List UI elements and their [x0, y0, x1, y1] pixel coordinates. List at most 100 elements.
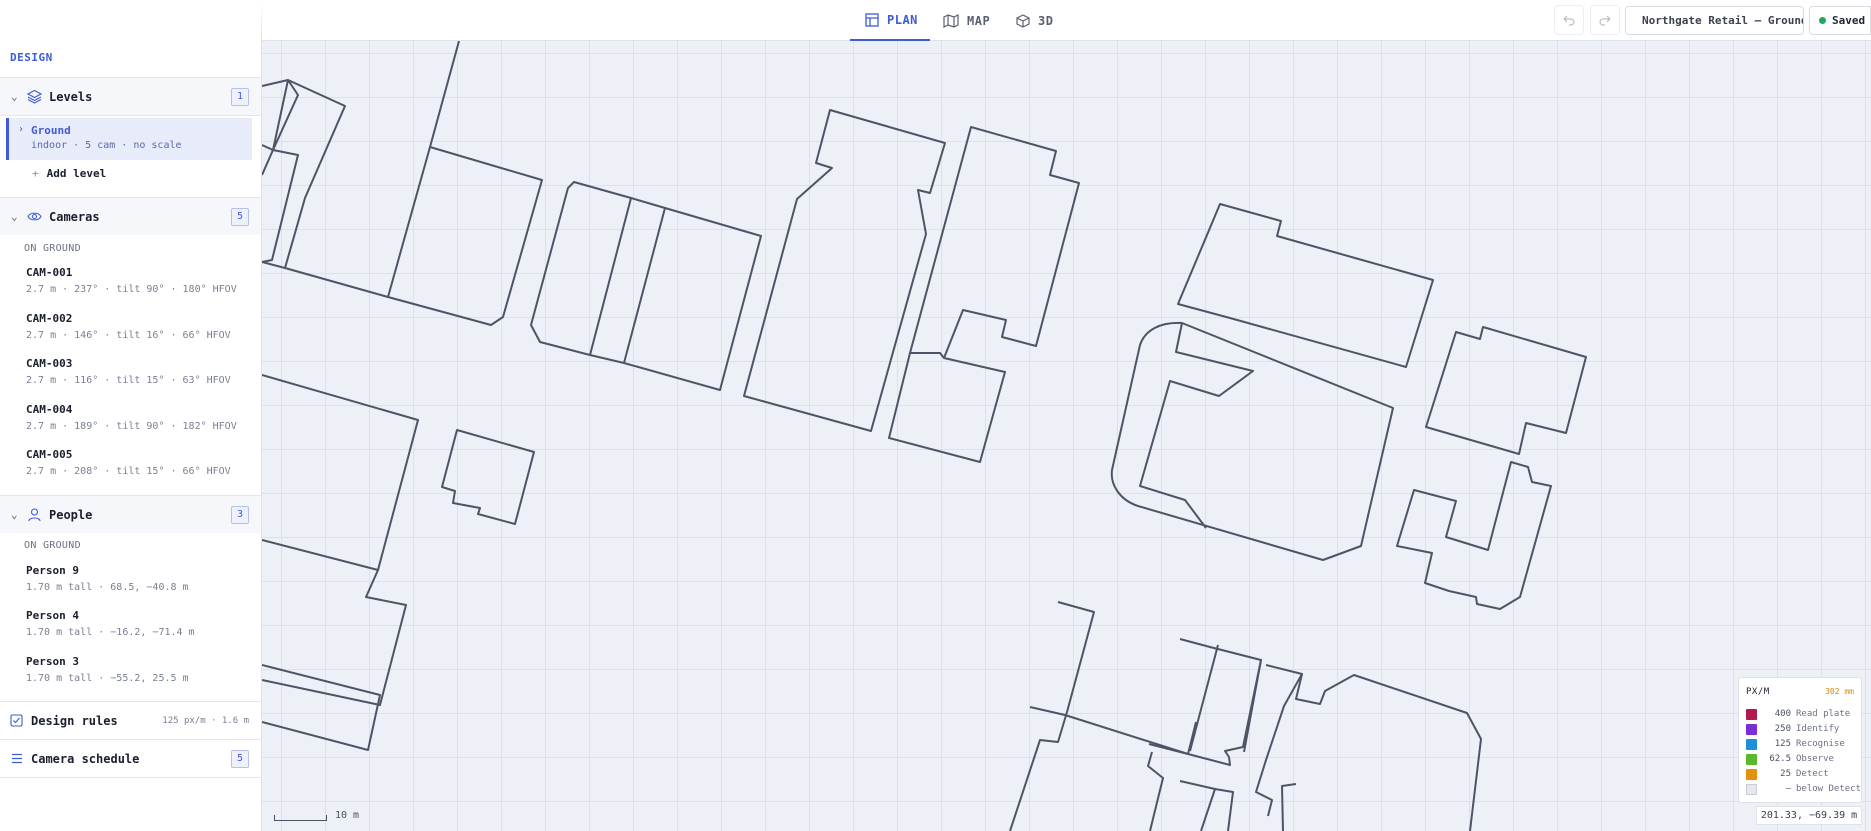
building-outline [1396, 461, 1552, 610]
camera-item-cam-005[interactable]: CAM-005 2.7 m · 208° · tilt 15° · 66° HF… [26, 448, 256, 477]
building-outline [1281, 783, 1297, 831]
chevron-down-icon: ⌄ [11, 90, 18, 103]
tab-3d-label: 3D [1038, 13, 1054, 28]
list-icon [12, 753, 22, 764]
building-outline [888, 352, 1006, 463]
pixel-density-legend: PX/M 302 mm 400 Read plate 250 Identify 125 R… [1738, 677, 1862, 803]
plan-canvas[interactable]: 10 m PX/M 302 mm 400 Read plate 250 Identif… [262, 41, 1871, 831]
building-outline [1255, 664, 1303, 817]
person-name: Person 3 [26, 655, 79, 668]
legend-row-label: Read plate [1796, 709, 1851, 719]
add-level-button[interactable]: + Add level [32, 167, 106, 180]
design-rules-row[interactable]: Design rules 125 px/m · 1.6 m [0, 702, 261, 739]
legend-row-label: Recognise [1796, 739, 1845, 749]
sidebar-content: DESIGN ⌄ Levels 1 › Ground indoor · 5 ca… [0, 41, 262, 831]
redo-button[interactable] [1590, 5, 1620, 35]
camera-name: CAM-005 [26, 448, 73, 461]
project-selector[interactable]: Northgate Retail — Ground [1625, 6, 1804, 35]
tab-map[interactable]: MAP [943, 0, 990, 41]
cameras-label: Cameras [49, 209, 100, 224]
building-outline [262, 664, 381, 751]
scale-bar: 10 m [274, 810, 359, 821]
levels-label: Levels [49, 89, 93, 104]
levels-header[interactable]: ⌄ Levels 1 [0, 78, 261, 115]
map-icon [943, 13, 959, 28]
legend-row-label: Identify [1796, 724, 1840, 734]
legend-row: 250 Identify [1746, 723, 1839, 735]
chevron-down-icon: ⌄ [11, 508, 18, 521]
divider [0, 777, 261, 778]
legend-swatch [1746, 753, 1757, 765]
building-outline [262, 79, 289, 151]
people-group-label: ON GROUND [24, 540, 81, 551]
person-meta: 1.70 m tall · −16.2, −71.4 m [26, 627, 195, 638]
person-item-4[interactable]: Person 4 1.70 m tall · −16.2, −71.4 m [26, 609, 256, 638]
building-outline [262, 79, 299, 176]
building-outline [530, 181, 632, 356]
top-bar: PLAN MAP 3D Northgate Retail — Ground Sa… [0, 0, 1871, 41]
person-item-3[interactable]: Person 3 1.70 m tall · −55.2, 25.5 m [26, 655, 256, 684]
legend-row: 400 Read plate [1746, 708, 1850, 720]
save-status: Saved [1809, 6, 1871, 35]
camera-meta: 2.7 m · 189° · tilt 90° · 182° HFOV [26, 421, 237, 432]
camera-name: CAM-004 [26, 403, 73, 416]
building-outline [262, 79, 346, 269]
camera-item-cam-003[interactable]: CAM-003 2.7 m · 116° · tilt 15° · 63° HF… [26, 357, 256, 386]
design-rules-label: Design rules [31, 713, 118, 728]
legend-row-value: 400 [1774, 709, 1791, 719]
save-status-label: Saved [1832, 14, 1866, 27]
camera-meta: 2.7 m · 237° · tilt 90° · 180° HFOV [26, 284, 237, 295]
legend-swatch [1746, 783, 1757, 795]
building-outline [262, 149, 299, 263]
camera-schedule-label: Camera schedule [31, 751, 140, 766]
cube-icon [1016, 13, 1030, 28]
legend-row: 62.5 Observe [1746, 753, 1834, 765]
camera-name: CAM-001 [26, 266, 73, 279]
people-label: People [49, 507, 93, 522]
building-outline [909, 126, 1080, 359]
building-outline [284, 41, 460, 298]
tab-plan-label: PLAN [887, 12, 918, 27]
design-rules-info: 125 px/m · 1.6 m [162, 715, 249, 726]
layers-icon [27, 89, 42, 104]
cameras-header[interactable]: ⌄ Cameras 5 [0, 198, 261, 235]
legend-swatch [1746, 738, 1757, 750]
building-outline [1009, 601, 1095, 831]
chevron-down-icon: ⌄ [11, 210, 18, 223]
tab-map-label: MAP [967, 13, 991, 28]
building-outline [743, 109, 946, 432]
legend-row-value: 125 [1774, 739, 1791, 749]
camera-schedule-row[interactable]: Camera schedule 5 [0, 740, 261, 777]
tab-3d[interactable]: 3D [1016, 0, 1053, 41]
legend-swatch [1746, 708, 1757, 720]
level-name: Ground [31, 124, 71, 137]
building-outline [1177, 203, 1434, 368]
legend-row: 125 Recognise [1746, 738, 1845, 750]
tab-plan[interactable]: PLAN [850, 0, 930, 41]
levels-count-badge: 1 [231, 87, 249, 106]
building-outline [623, 207, 762, 391]
legend-row-label: below Detect [1795, 784, 1862, 794]
building-outline [1189, 644, 1219, 752]
add-level-label: Add level [46, 167, 107, 180]
floor-plan-outlines[interactable] [262, 41, 1871, 831]
camera-item-cam-002[interactable]: CAM-002 2.7 m · 146° · tilt 16° · 66° HF… [26, 312, 256, 341]
camera-item-cam-001[interactable]: CAM-001 2.7 m · 237° · tilt 90° · 180° H… [26, 266, 256, 295]
legend-row-value: — [1785, 784, 1791, 794]
person-meta: 1.70 m tall · 68.5, −40.8 m [26, 582, 189, 593]
camera-item-cam-004[interactable]: CAM-004 2.7 m · 189° · tilt 90° · 182° H… [26, 403, 256, 432]
building-outline [589, 197, 666, 364]
legend-swatch [1746, 768, 1757, 780]
legend-title: PX/M [1746, 687, 1770, 697]
people-header[interactable]: ⌄ People 3 [0, 496, 261, 533]
legend-value: 302 mm [1825, 687, 1854, 696]
project-name: Northgate Retail — Ground [1642, 14, 1804, 27]
level-item-ground[interactable]: › Ground indoor · 5 cam · no scale [6, 118, 252, 160]
camera-name: CAM-002 [26, 312, 73, 325]
undo-button[interactable] [1554, 5, 1584, 35]
person-item-9[interactable]: Person 9 1.70 m tall · 68.5, −40.8 m [26, 564, 256, 593]
plus-icon: + [32, 167, 39, 180]
person-name: Person 4 [26, 609, 79, 622]
building-outline [1147, 751, 1164, 831]
building-outline [1214, 788, 1234, 831]
